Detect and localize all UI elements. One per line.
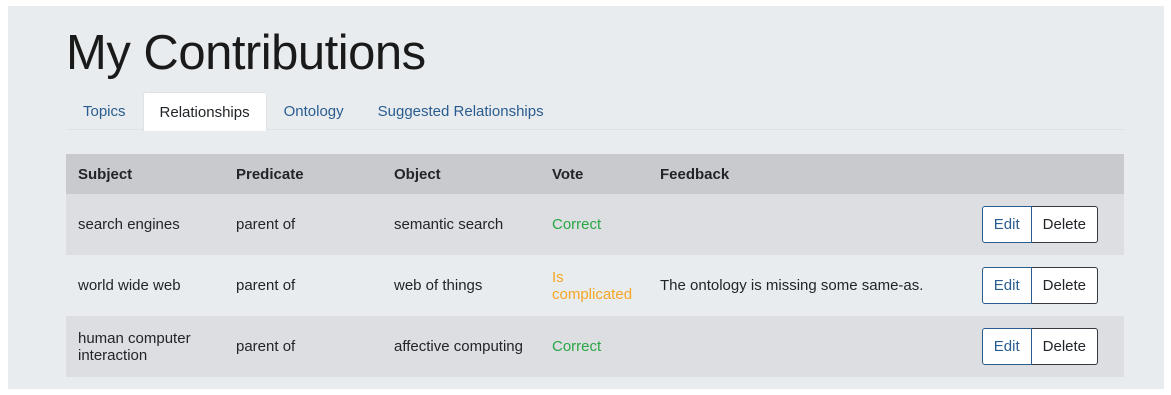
cell-vote: Correct: [540, 194, 648, 255]
header-feedback: Feedback: [648, 154, 964, 194]
delete-button[interactable]: Delete: [1031, 206, 1098, 243]
table-row: search engines parent of semantic search…: [66, 194, 1124, 255]
edit-button[interactable]: Edit: [981, 267, 1032, 304]
cell-actions: Edit Delete: [964, 194, 1124, 255]
page-title: My Contributions: [66, 26, 426, 80]
cell-vote: Is complicated: [540, 255, 648, 316]
cell-subject: world wide web: [66, 255, 224, 316]
cell-predicate: parent of: [224, 255, 382, 316]
cell-feedback: The ontology is missing some same-as.: [648, 255, 964, 316]
cell-actions: Edit Delete: [964, 255, 1124, 316]
edit-button[interactable]: Edit: [981, 328, 1032, 365]
tab-suggested-relationships[interactable]: Suggested Relationships: [361, 92, 561, 130]
delete-button[interactable]: Delete: [1031, 328, 1098, 365]
cell-actions: Edit Delete: [964, 316, 1124, 377]
edit-button[interactable]: Edit: [981, 206, 1032, 243]
cell-vote: Correct: [540, 316, 648, 377]
delete-button[interactable]: Delete: [1031, 267, 1098, 304]
header-predicate: Predicate: [224, 154, 382, 194]
table-row: world wide web parent of web of things I…: [66, 255, 1124, 316]
cell-feedback: [648, 316, 964, 377]
cell-subject: search engines: [66, 194, 224, 255]
header-vote: Vote: [540, 154, 648, 194]
cell-predicate: parent of: [224, 316, 382, 377]
cell-subject: human computer interaction: [66, 316, 224, 377]
cell-object: semantic search: [382, 194, 540, 255]
header-subject: Subject: [66, 154, 224, 194]
table-row: human computer interaction parent of aff…: [66, 316, 1124, 377]
header-object: Object: [382, 154, 540, 194]
tab-bar: Topics Relationships Ontology Suggested …: [66, 92, 1124, 131]
cell-object: web of things: [382, 255, 540, 316]
row-action-buttons: Edit Delete: [981, 328, 1098, 365]
cell-feedback: [648, 194, 964, 255]
cell-object: affective computing: [382, 316, 540, 377]
header-actions: [964, 154, 1124, 194]
tab-topics[interactable]: Topics: [66, 92, 143, 130]
cell-predicate: parent of: [224, 194, 382, 255]
contributions-panel: My Contributions Topics Relationships On…: [8, 6, 1164, 389]
row-action-buttons: Edit Delete: [981, 267, 1098, 304]
table-header-row: Subject Predicate Object Vote Feedback: [66, 154, 1124, 194]
row-action-buttons: Edit Delete: [981, 206, 1098, 243]
tab-relationships[interactable]: Relationships: [142, 92, 267, 131]
relationships-table: Subject Predicate Object Vote Feedback s…: [66, 154, 1124, 377]
tab-ontology[interactable]: Ontology: [267, 92, 361, 130]
